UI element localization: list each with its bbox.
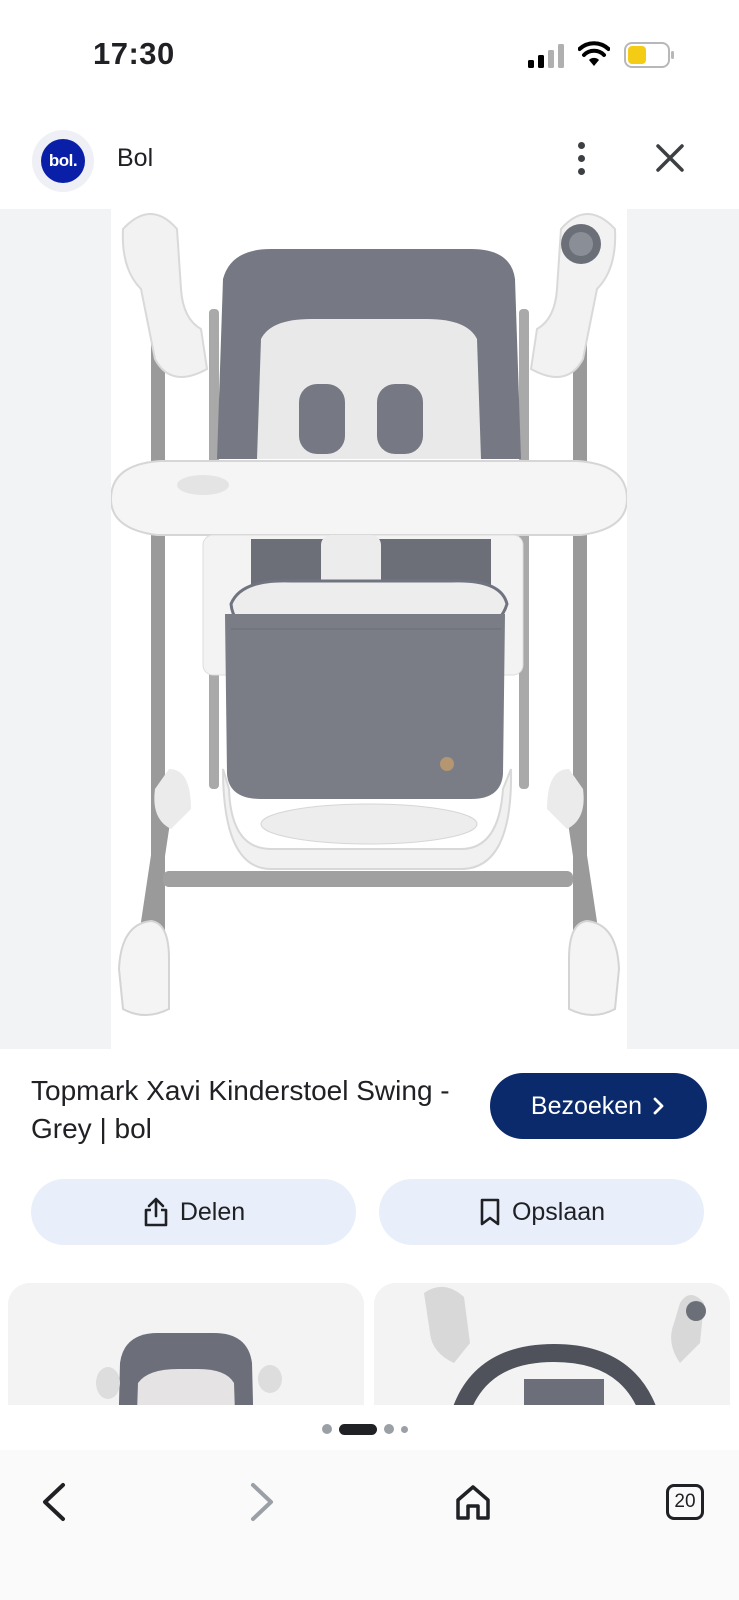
save-button[interactable]: Opslaan [379,1179,704,1245]
bottom-navigation: 20 [0,1450,739,1600]
signal-icon [528,44,564,68]
visit-button-label: Bezoeken [530,1091,643,1120]
image-preview-area[interactable] [0,209,739,1049]
pager-dot [401,1425,408,1433]
result-header: bol. Bol [0,118,739,206]
forward-icon [251,1483,273,1521]
site-logo: bol. [32,130,94,192]
pager-dot [322,1424,332,1434]
pager-dot [384,1424,394,1434]
share-button[interactable]: Delen [31,1179,356,1245]
more-options-button[interactable] [565,136,597,180]
tab-count: 20 [674,1491,696,1512]
site-name: Bol [117,144,154,172]
tabs-icon: 20 [666,1484,704,1520]
tabs-button[interactable]: 20 [655,1472,715,1532]
home-icon [456,1485,490,1520]
related-image-1-picture [8,1283,364,1405]
product-image[interactable] [111,209,627,1049]
related-image-2[interactable] [374,1283,730,1405]
battery-icon [624,42,674,68]
image-pager [322,1422,408,1436]
forward-button[interactable] [232,1472,292,1532]
battery-level [628,46,646,64]
site-logo-mark: bol. [41,139,85,183]
share-icon [144,1197,168,1227]
related-image-2-picture [374,1283,730,1405]
wifi-icon [578,41,610,66]
share-button-label: Delen [179,1197,246,1226]
save-button-label: Opslaan [511,1197,606,1226]
visit-button[interactable]: Bezoeken [490,1073,707,1139]
status-bar: 17:30 [0,0,739,110]
result-title[interactable]: Topmark Xavi Kinderstoel Swing - Grey | … [31,1072,451,1148]
back-icon [43,1483,65,1521]
more-icon [577,141,585,149]
chevron-right-icon [653,1097,664,1115]
status-time: 17:30 [93,36,175,71]
bookmark-icon [480,1198,500,1226]
related-images [0,1283,739,1405]
back-button[interactable] [24,1472,84,1532]
related-image-1[interactable] [8,1283,364,1405]
home-button[interactable] [443,1472,503,1532]
pager-dot-active [339,1423,377,1435]
close-icon[interactable] [650,138,690,178]
